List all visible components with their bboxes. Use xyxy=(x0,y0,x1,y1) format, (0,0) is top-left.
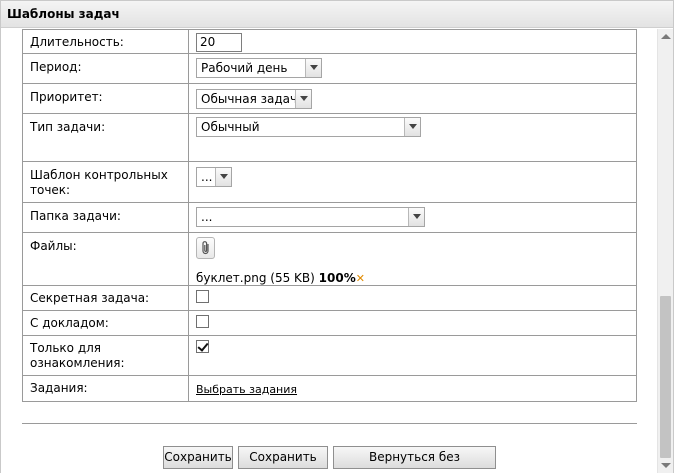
divider xyxy=(22,423,637,424)
files-label: Файлы: xyxy=(22,232,189,286)
checkpoint-template-label: Шаблон контрольных точек: xyxy=(22,161,189,203)
task-type-select[interactable]: Обычный xyxy=(196,117,421,137)
scroll-down-icon[interactable] xyxy=(661,463,671,468)
task-type-row: Тип задачи: Обычный xyxy=(22,113,637,162)
chevron-down-icon xyxy=(305,59,321,77)
file-size: (55 KB) xyxy=(270,271,315,285)
secret-checkbox[interactable] xyxy=(196,290,209,303)
close-icon[interactable]: ✕ xyxy=(356,272,365,285)
info-only-checkbox[interactable] xyxy=(196,340,209,353)
task-folder-select[interactable]: ... xyxy=(196,207,425,227)
scroll-up-icon[interactable] xyxy=(661,34,671,39)
tasks-row: Задания: Выбрать задания xyxy=(22,375,637,402)
with-report-row: С докладом: xyxy=(22,310,637,336)
period-row: Период: Рабочий день xyxy=(22,53,637,84)
with-report-label: С докладом: xyxy=(22,310,189,336)
back-without-saving-button[interactable]: Вернуться без сохранения xyxy=(333,446,496,473)
priority-label: Приоритет: xyxy=(22,83,189,114)
task-folder-label: Папка задачи: xyxy=(22,202,189,233)
duration-label: Длительность: xyxy=(22,29,189,54)
duration-input[interactable]: 20 xyxy=(196,33,242,52)
file-name: буклет.png xyxy=(196,271,267,285)
secret-row: Секретная задача: xyxy=(22,285,637,311)
period-label: Период: xyxy=(22,53,189,84)
attached-file: буклет.png (55 KB) 100%✕ xyxy=(196,271,636,285)
duration-row: Длительность: 20 xyxy=(22,29,637,54)
task-templates-window: Шаблоны задач Длительность: 20 Период: Р… xyxy=(0,0,674,473)
save-as-button[interactable]: Сохранить как xyxy=(238,446,328,473)
scrollbar-thumb[interactable] xyxy=(660,296,671,458)
chevron-down-icon xyxy=(404,118,420,136)
info-only-label: Только для ознакомления: xyxy=(22,335,189,376)
priority-row: Приоритет: Обычная задача xyxy=(22,83,637,114)
window-title: Шаблоны задач xyxy=(1,1,673,28)
task-type-label: Тип задачи: xyxy=(22,113,189,162)
checkpoint-template-row: Шаблон контрольных точек: ... xyxy=(22,161,637,203)
chevron-down-icon xyxy=(408,208,424,226)
task-folder-row: Папка задачи: ... xyxy=(22,202,637,233)
info-only-row: Только для ознакомления: xyxy=(22,335,637,376)
task-template-form: Длительность: 20 Период: Рабочий день Пр… xyxy=(22,29,637,402)
save-button[interactable]: Сохранить xyxy=(163,446,233,469)
upload-progress: 100% xyxy=(318,271,356,285)
paperclip-icon xyxy=(202,241,209,255)
attach-file-button[interactable] xyxy=(196,237,215,259)
checkpoint-template-select[interactable]: ... xyxy=(196,167,232,187)
files-row: Файлы: буклет.png (55 KB) 100%✕ xyxy=(22,232,637,286)
form-area: Длительность: 20 Период: Рабочий день Пр… xyxy=(1,29,657,473)
with-report-checkbox[interactable] xyxy=(196,315,209,328)
priority-select[interactable]: Обычная задача xyxy=(196,89,312,109)
vertical-scrollbar[interactable] xyxy=(657,29,673,473)
chevron-down-icon xyxy=(215,168,231,186)
period-select[interactable]: Рабочий день xyxy=(196,58,322,78)
secret-label: Секретная задача: xyxy=(22,285,189,311)
tasks-label: Задания: xyxy=(22,375,189,402)
chevron-down-icon xyxy=(295,90,311,108)
select-tasks-link[interactable]: Выбрать задания xyxy=(196,383,297,396)
